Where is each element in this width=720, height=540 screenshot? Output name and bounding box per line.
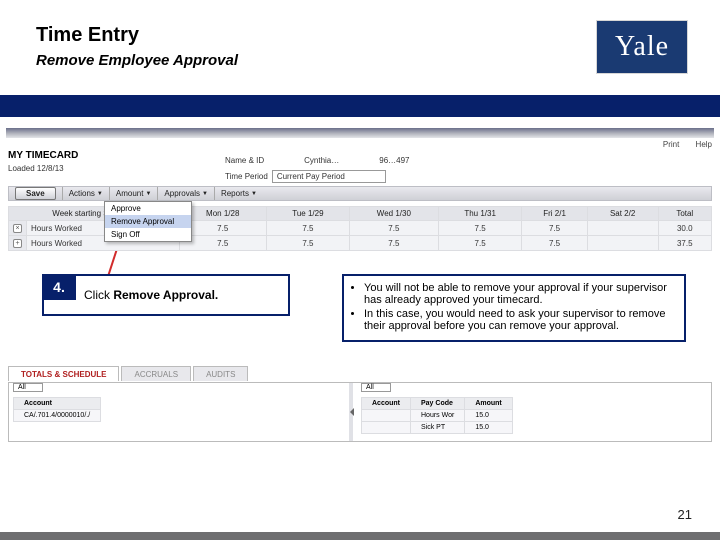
left-filter-select[interactable]: All bbox=[13, 383, 43, 392]
dropdown-item-remove-approval[interactable]: Remove Approval bbox=[105, 215, 191, 228]
detail-pane: All Account CA/.701.4/0000010/./ All Acc… bbox=[8, 382, 712, 442]
app-top-links: Print Help bbox=[649, 140, 712, 149]
delete-row-icon[interactable]: × bbox=[13, 224, 22, 233]
save-button[interactable]: Save bbox=[15, 187, 56, 200]
chevron-down-icon: ▼ bbox=[145, 191, 151, 197]
id-value: 96…497 bbox=[379, 156, 409, 165]
totals-left-grid: Account CA/.701.4/0000010/./ bbox=[13, 397, 101, 422]
tab-accruals[interactable]: ACCRUALS bbox=[121, 366, 191, 381]
help-link[interactable]: Help bbox=[696, 140, 712, 149]
tab-audits[interactable]: AUDITS bbox=[193, 366, 248, 381]
page-subtitle: Remove Employee Approval bbox=[36, 52, 238, 69]
time-period-label: Time Period bbox=[225, 172, 268, 181]
name-id-row: Name & ID Cynthia… 96…497 bbox=[225, 156, 410, 165]
name-value: Cynthia… bbox=[304, 156, 339, 165]
totals-right-grid: Account Pay Code Amount Hours Wor 15.0 S… bbox=[361, 397, 513, 434]
add-row-icon[interactable]: + bbox=[13, 239, 22, 248]
page-title: Time Entry bbox=[36, 24, 139, 47]
timecard-screenshot: Print Help MY TIMECARD Loaded 12/8/13 Na… bbox=[0, 128, 720, 458]
time-period-row: Time Period Current Pay Period bbox=[225, 170, 386, 183]
loaded-timestamp: Loaded 12/8/13 bbox=[8, 164, 64, 173]
note-callout: You will not be able to remove your appr… bbox=[342, 274, 686, 342]
section-heading: MY TIMECARD bbox=[8, 150, 78, 161]
step-number: 4. bbox=[42, 274, 76, 300]
header-divider bbox=[0, 95, 720, 117]
note-bullet: You will not be able to remove your appr… bbox=[364, 282, 676, 306]
reports-menu[interactable]: Reports▼ bbox=[214, 187, 263, 200]
note-bullet: In this case, you would need to ask your… bbox=[364, 308, 676, 332]
amount-menu[interactable]: Amount▼ bbox=[109, 187, 158, 200]
step-text: Click Remove Approval. bbox=[44, 276, 288, 314]
approvals-menu[interactable]: Approvals▼ bbox=[157, 187, 214, 200]
tab-totals-schedule[interactable]: TOTALS & SCHEDULE bbox=[8, 366, 119, 381]
dropdown-item-signoff[interactable]: Sign Off bbox=[105, 228, 191, 241]
chevron-down-icon: ▼ bbox=[97, 191, 103, 197]
approvals-dropdown: Approve Remove Approval Sign Off bbox=[104, 201, 192, 242]
slide-header: Time Entry Remove Employee Approval Yale bbox=[0, 0, 720, 95]
time-period-select[interactable]: Current Pay Period bbox=[272, 170, 386, 183]
yale-logo: Yale bbox=[596, 20, 688, 74]
slide-number: 21 bbox=[678, 507, 692, 522]
chevron-down-icon: ▼ bbox=[251, 191, 257, 197]
step-callout: 4. Click Remove Approval. bbox=[42, 274, 290, 316]
print-link[interactable]: Print bbox=[663, 140, 679, 149]
pane-splitter[interactable] bbox=[349, 383, 353, 441]
chevron-down-icon: ▼ bbox=[202, 191, 208, 197]
slide-footer-bar bbox=[0, 532, 720, 540]
actions-menu[interactable]: Actions▼ bbox=[62, 187, 109, 200]
app-topbar bbox=[6, 128, 714, 138]
detail-tabs: TOTALS & SCHEDULE ACCRUALS AUDITS bbox=[8, 366, 250, 381]
dropdown-item-approve[interactable]: Approve bbox=[105, 202, 191, 215]
right-filter-select[interactable]: All bbox=[361, 383, 391, 392]
name-id-label: Name & ID bbox=[225, 156, 264, 165]
timecard-toolbar: Save Actions▼ Amount▼ Approvals▼ Reports… bbox=[8, 186, 712, 201]
